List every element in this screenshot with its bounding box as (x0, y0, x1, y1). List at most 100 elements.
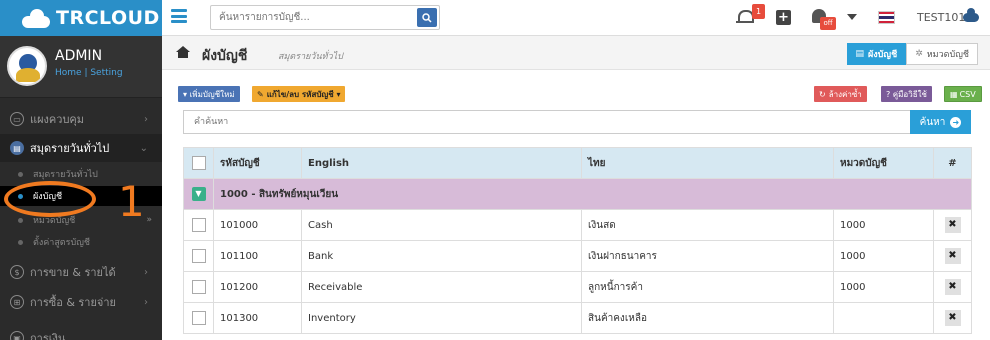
setting-link[interactable]: Setting (90, 68, 122, 78)
chevron-down-icon[interactable] (847, 14, 857, 20)
cell-english: Bank (301, 240, 582, 272)
row-checkbox[interactable] (191, 311, 206, 325)
home-link[interactable]: Home (55, 68, 82, 78)
table-row: 101300 Inventory สินค้าคงเหลือ ✖ (183, 302, 972, 334)
cell-category (833, 302, 934, 334)
sidebar-subitem-account-formula[interactable]: ตั้งค่าสูตรบัญชี (0, 232, 162, 252)
tab-label: ผังบัญชี (868, 50, 898, 60)
cell-english: Receivable (301, 271, 582, 303)
off-badge: off (820, 17, 836, 30)
delete-icon[interactable]: ✖ (944, 217, 961, 233)
user-label[interactable]: TEST101 (917, 11, 965, 24)
page-subtitle: สมุดรายวันทั่วไป (278, 52, 343, 62)
avatar[interactable] (7, 46, 47, 86)
cart-icon: ⊞ (10, 295, 24, 309)
bell-icon[interactable] (736, 9, 754, 25)
dollar-icon: $ (10, 265, 24, 279)
bullet-icon (18, 217, 23, 223)
cell-category: 1000 (833, 240, 934, 272)
bullet-icon (18, 171, 23, 177)
page-tabs: ▤ ผังบัญชี ✲ หมวดบัญชี (846, 43, 978, 65)
search-button-label: ค้นหา (919, 116, 946, 128)
column-header-category[interactable]: หมวดบัญชี (833, 147, 934, 179)
table-row: 101200 Receivable ลูกหนี้การค้า 1000 ✖ (183, 271, 972, 303)
chevron-right-icon: › (144, 296, 148, 308)
keyword-search-button[interactable]: ค้นหา ➜ (910, 110, 971, 134)
page-header: ผังบัญชี สมุดรายวันทั่วไป ▤ ผังบัญชี ✲ ห… (162, 36, 990, 70)
brand-name: TRCLOUD (56, 7, 160, 29)
row-select-cell (183, 302, 214, 334)
sidebar-item-journal[interactable]: ▤ สมุดรายวันทั่วไป ⌄ (0, 134, 162, 162)
home-icon[interactable] (176, 46, 190, 58)
clear-label: ล้างค่าซ้ำ (828, 89, 862, 99)
cell-thai: เงินฝากธนาคาร (581, 240, 834, 272)
row-delete-cell: ✖ (933, 302, 972, 334)
profile-name: ADMIN (55, 48, 103, 64)
chevron-right-icon: › (144, 113, 148, 125)
column-header-thai[interactable]: ไทย (581, 147, 834, 179)
row-delete-cell: ✖ (933, 271, 972, 303)
sidebar-item-label: การเงิน (30, 332, 66, 340)
sidebar-item-label: แผงควบคุม (30, 113, 85, 126)
table-row: 101000 Cash เงินสด 1000 ✖ (183, 209, 972, 241)
sidebar-subitem-label: สมุดรายวันทั่วไป (33, 170, 98, 180)
refresh-icon: ↻ (819, 89, 826, 99)
annotation-circle (4, 181, 96, 217)
select-all-checkbox[interactable] (191, 156, 206, 170)
hamburger-menu-icon[interactable] (171, 9, 187, 23)
account-search-box (210, 5, 440, 30)
accounts-table: รหัสบัญชี English ไทย หมวดบัญชี # ▼ 1000… (183, 147, 972, 334)
account-search-input[interactable] (211, 6, 411, 29)
notification-badge: 1 (752, 4, 765, 19)
clear-duplicates-button[interactable]: ↻ ล้างค่าซ้ำ (814, 86, 867, 102)
tab-chart-of-accounts[interactable]: ▤ ผังบัญชี (846, 43, 907, 65)
row-delete-cell: ✖ (933, 240, 972, 272)
table-row: 101100 Bank เงินฝากธนาคาร 1000 ✖ (183, 240, 972, 272)
brand-logo[interactable]: TRCLOUD (0, 0, 162, 36)
csv-export-button[interactable]: ▦ CSV (944, 86, 982, 102)
sidebar-item-label: การซื้อ & รายจ่าย (30, 296, 116, 309)
delete-icon[interactable]: ✖ (944, 248, 961, 264)
sidebar-item-purchase[interactable]: ⊞ การซื้อ & รายจ่าย › (0, 288, 162, 316)
chevron-down-icon[interactable]: ▼ (191, 187, 206, 201)
thai-flag-icon[interactable] (878, 11, 895, 24)
row-checkbox[interactable] (191, 280, 206, 294)
chevron-down-icon: ⌄ (139, 142, 148, 154)
book-icon: ▤ (10, 141, 24, 155)
plus-square-icon[interactable]: + (776, 10, 791, 25)
monitor-icon: ▭ (10, 112, 24, 126)
spreadsheet-icon: ▦ (950, 89, 958, 99)
user-guide-button[interactable]: ? คู่มือวิธีใช้ (881, 86, 932, 102)
tab-label: หมวดบัญชี (926, 50, 969, 60)
arrow-right-circle-icon: ➜ (950, 116, 962, 128)
cell-code: 101100 (213, 240, 302, 272)
wrench-icon: ✎ (257, 89, 264, 99)
sidebar-item-dashboard[interactable]: ▭ แผงควบคุม › (0, 104, 162, 134)
sidebar-item-finance[interactable]: ▣ การเงิน (0, 324, 162, 340)
table-header-row: รหัสบัญชี English ไทย หมวดบัญชี # (183, 147, 972, 179)
delete-icon[interactable]: ✖ (944, 310, 961, 326)
tab-account-category[interactable]: ✲ หมวดบัญชี (906, 43, 978, 65)
sidebar-item-sales[interactable]: $ การขาย & รายได้ › (0, 258, 162, 286)
cell-code: 101200 (213, 271, 302, 303)
cell-thai: ลูกหนี้การค้า (581, 271, 834, 303)
cloud-icon[interactable] (963, 8, 979, 22)
edit-account-button[interactable]: ✎ แก้ไข/ลบ รหัสบัญชี ▾ (252, 86, 346, 102)
column-header-english[interactable]: English (301, 147, 582, 179)
keyword-search-input[interactable] (183, 110, 911, 134)
chevron-right-icon: › (144, 266, 148, 278)
row-checkbox[interactable] (191, 249, 206, 263)
search-button[interactable] (417, 8, 437, 27)
add-account-button[interactable]: ▾ เพิ่มบัญชีใหม่ (178, 86, 240, 102)
row-checkbox[interactable] (191, 218, 206, 232)
cell-thai: เงินสด (581, 209, 834, 241)
column-header-code[interactable]: รหัสบัญชี (213, 147, 302, 179)
cell-thai: สินค้าคงเหลือ (581, 302, 834, 334)
gear-icon: ✲ (915, 49, 923, 59)
delete-icon[interactable]: ✖ (944, 279, 961, 295)
annotation-number: 1 (118, 177, 145, 226)
group-label: 1000 - สินทรัพย์หมุนเวียน (213, 178, 972, 210)
group-toggle-cell: ▼ (183, 178, 214, 210)
profile-panel: ADMIN Home | Setting (0, 36, 162, 98)
sidebar-item-label: การขาย & รายได้ (30, 266, 116, 279)
